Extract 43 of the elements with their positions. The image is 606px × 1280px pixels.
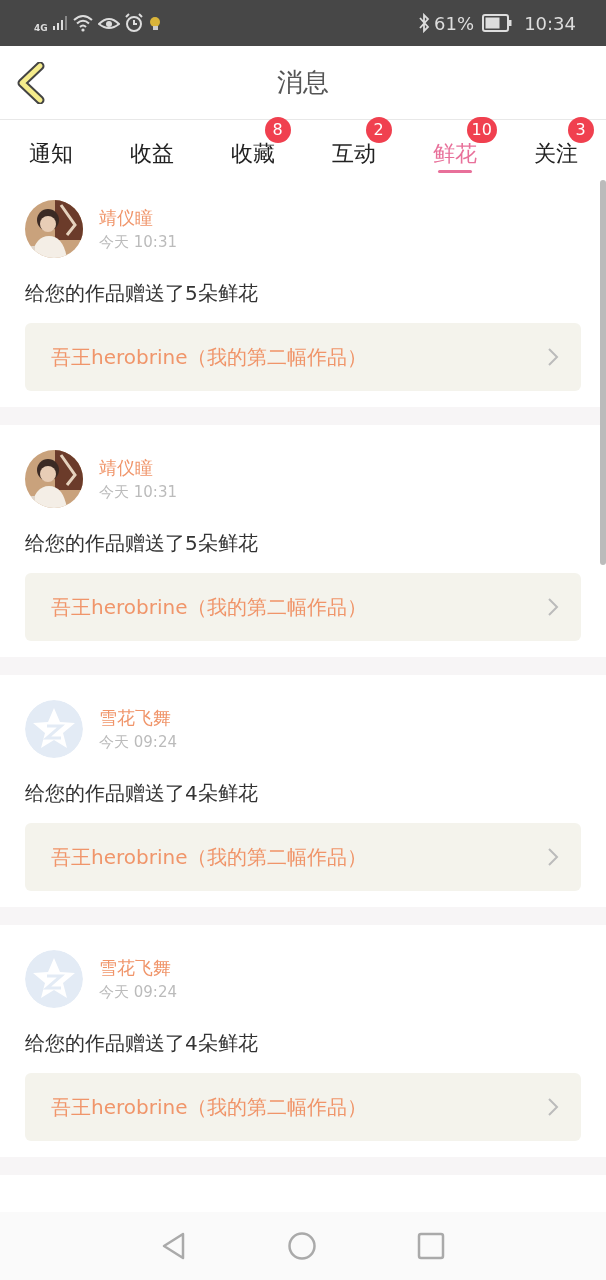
chevron-right-icon <box>547 847 559 867</box>
bulb-icon <box>147 15 162 31</box>
battery-icon <box>482 14 513 32</box>
count-badge: 8 <box>264 117 291 143</box>
signal-icon <box>51 15 68 31</box>
user-name: 雪花飞舞 <box>99 956 172 981</box>
user-name: 雪花飞舞 <box>99 706 172 731</box>
home-icon[interactable] <box>287 1231 317 1261</box>
chevron-right-icon <box>547 597 559 617</box>
user-name: 靖仪瞳 <box>99 206 154 231</box>
eye-icon <box>97 15 120 31</box>
default-avatar-icon <box>25 950 83 1008</box>
count-badge: 3 <box>567 117 594 143</box>
battery-percent: 61% <box>434 11 475 36</box>
recent-apps-icon[interactable] <box>417 1232 445 1260</box>
count-badge: 2 <box>365 117 392 143</box>
message-text: 给您的作品赠送了4朵鲜花 <box>25 780 259 807</box>
wifi-icon <box>71 14 94 32</box>
timestamp: 今天 10:31 <box>99 232 177 254</box>
tab[interactable]: 关注 3 <box>505 120 606 175</box>
count-badge: 10 <box>466 117 497 143</box>
tab[interactable]: 收藏 8 <box>202 120 303 175</box>
default-avatar-icon <box>25 700 83 758</box>
tab[interactable]: 收益 <box>101 120 202 175</box>
chevron-right-icon <box>547 347 559 367</box>
timestamp: 今天 09:24 <box>99 982 177 1004</box>
timestamp: 今天 09:24 <box>99 732 177 754</box>
page-title: 消息 <box>277 66 329 99</box>
timestamp: 今天 10:31 <box>99 482 177 504</box>
user-name: 靖仪瞳 <box>99 456 154 481</box>
tab[interactable]: 通知 <box>0 120 101 175</box>
tab[interactable]: 鲜花 10 <box>404 120 505 175</box>
message-text: 给您的作品赠送了4朵鲜花 <box>25 1030 259 1057</box>
back-icon[interactable] <box>16 62 46 104</box>
chevron-right-icon <box>547 1097 559 1117</box>
message-text: 给您的作品赠送了5朵鲜花 <box>25 530 259 557</box>
tab-underline <box>437 170 472 173</box>
network-label: 4G <box>34 22 48 36</box>
bluetooth-icon <box>418 13 431 33</box>
alarm-icon <box>123 13 144 33</box>
message-text: 给您的作品赠送了5朵鲜花 <box>25 280 259 307</box>
tab[interactable]: 互动 2 <box>303 120 404 175</box>
clock: 10:34 <box>524 11 576 36</box>
